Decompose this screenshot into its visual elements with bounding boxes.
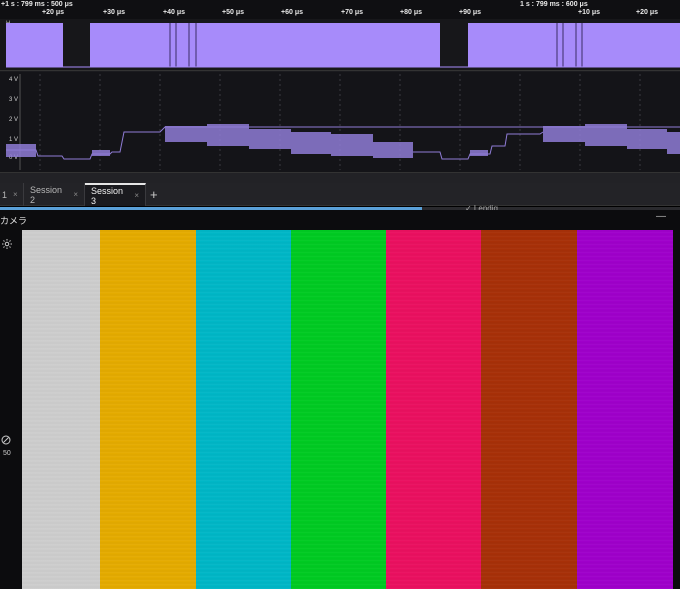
ruler-left-marker: +1 s : 799 ms : 500 μs [1, 1, 73, 8]
color-bar [577, 230, 673, 589]
close-icon[interactable]: × [73, 190, 78, 199]
ruler-tick-label: +80 μs [400, 9, 422, 16]
color-bar [291, 230, 386, 589]
camera-feed[interactable] [22, 230, 673, 589]
ruler-tick-label: +20 μs [636, 9, 658, 16]
digital-channel[interactable]: H L [0, 19, 680, 71]
ruler-tick-label: +10 μs [578, 9, 600, 16]
zoom-value: 50 [3, 450, 11, 457]
color-bar [22, 230, 100, 589]
tab-session-3[interactable]: Session 3 × [85, 183, 146, 206]
tab-session-2[interactable]: Session 2 × [24, 183, 85, 206]
ruler-tick-label: +60 μs [281, 9, 303, 16]
camera-title: カメラ [0, 216, 28, 226]
color-bar [196, 230, 291, 589]
tab-label: Session 2 [30, 184, 63, 205]
ruler-tick-label: +40 μs [163, 9, 185, 16]
ruler-tick-label: +20 μs [42, 9, 64, 16]
close-icon[interactable]: × [13, 190, 18, 199]
time-ruler[interactable]: +1 s : 799 ms : 500 μs 1 s : 799 ms : 60… [0, 0, 680, 19]
color-bar [481, 230, 577, 589]
close-icon[interactable]: × [134, 191, 139, 200]
color-bar [386, 230, 481, 589]
digital-waveform [6, 23, 680, 68]
logic-analyzer: +1 s : 799 ms : 500 μs 1 s : 799 ms : 60… [0, 0, 680, 183]
session-tab-bar: 1 × Session 2 × Session 3 × + [0, 183, 680, 206]
tab-label: Session 3 [91, 185, 124, 206]
ruler-tick-label: +50 μs [222, 9, 244, 16]
analog-channel[interactable]: 4 V 3 V 2 V 1 V 0 V [0, 72, 680, 172]
camera-panel: カメラ — 50 [0, 210, 680, 589]
analog-waveform [6, 74, 680, 170]
auto-exposure-icon[interactable] [1, 435, 11, 445]
analyzer-scroll-area[interactable] [0, 172, 680, 183]
color-bar [100, 230, 196, 589]
add-tab-button[interactable]: + [150, 187, 158, 202]
ruler-right-marker: 1 s : 799 ms : 600 μs [520, 1, 588, 8]
ruler-tick-label: +90 μs [459, 9, 481, 16]
ruler-tick-label: +30 μs [103, 9, 125, 16]
tab-label: 1 [2, 189, 8, 200]
ruler-tick-label: +70 μs [341, 9, 363, 16]
collapse-button[interactable]: — [656, 211, 666, 222]
tab-session-1[interactable]: 1 × [0, 183, 24, 206]
gear-icon[interactable] [1, 238, 13, 250]
